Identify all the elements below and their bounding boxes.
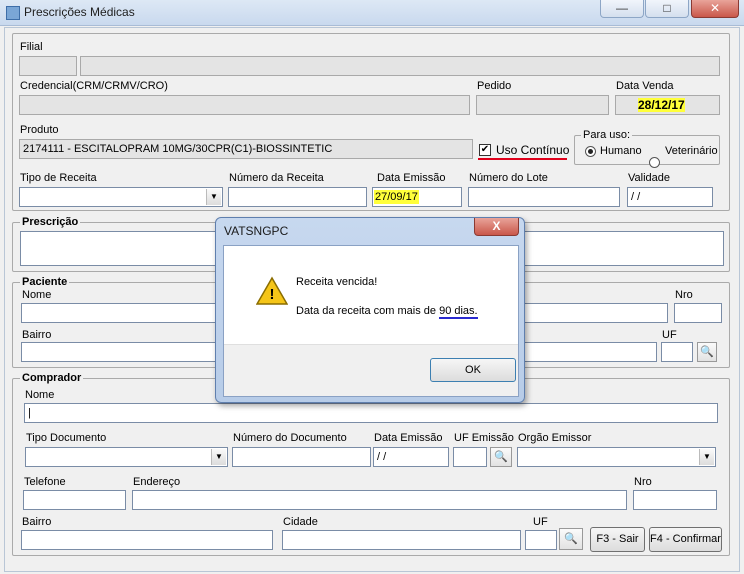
dialog-close-button[interactable]: X bbox=[474, 218, 519, 236]
minimize-button[interactable]: — bbox=[600, 0, 644, 18]
numero-lote-field[interactable] bbox=[468, 187, 620, 207]
chevron-down-icon[interactable]: ▼ bbox=[699, 449, 714, 465]
para-uso-label: Para uso: bbox=[581, 129, 633, 141]
tipo-documento-label: Tipo Documento bbox=[26, 432, 107, 444]
warning-icon-glyph: ! bbox=[269, 286, 275, 303]
uso-continuo-label: Uso Contínuo bbox=[496, 143, 570, 157]
prescricao-title: Prescrição bbox=[20, 216, 81, 228]
pedido-field[interactable] bbox=[476, 95, 609, 115]
warning-dialog: VATSNGPC X ! Receita vencida! Data da re… bbox=[215, 217, 525, 403]
chevron-down-icon[interactable]: ▼ bbox=[206, 189, 221, 205]
orgao-emissor-select[interactable]: ▼ bbox=[517, 447, 716, 467]
comprador-nro-label: Nro bbox=[634, 476, 652, 488]
dialog-body: ! Receita vencida! Data da receita com m… bbox=[223, 245, 519, 397]
telefone-field[interactable] bbox=[23, 490, 126, 510]
comprador-title: Comprador bbox=[20, 372, 84, 384]
endereco-label: Endereço bbox=[133, 476, 181, 488]
paciente-uf-field[interactable] bbox=[661, 342, 693, 362]
data-emissao-field[interactable]: 27/09/17 bbox=[372, 187, 462, 207]
maximize-button[interactable]: □ bbox=[645, 0, 689, 18]
comprador-nome-field[interactable]: | bbox=[24, 403, 718, 423]
filial-name-field[interactable] bbox=[80, 56, 720, 76]
numero-documento-field[interactable] bbox=[232, 447, 371, 467]
dialog-message: Data da receita com mais de 90 dias. bbox=[296, 305, 478, 319]
data-venda-value: 28/12/17 bbox=[638, 98, 685, 112]
window-title: Prescrições Médicas bbox=[24, 5, 135, 19]
paciente-search-binoculars-icon[interactable]: 🔍 bbox=[697, 342, 717, 362]
tipo-documento-select[interactable]: ▼ bbox=[25, 447, 228, 467]
numero-receita-label: Número da Receita bbox=[229, 172, 324, 184]
validade-label: Validade bbox=[628, 172, 670, 184]
radio-humano-label: Humano bbox=[600, 145, 642, 157]
paciente-nome-label: Nome bbox=[22, 289, 52, 301]
produto-label: Produto bbox=[20, 124, 59, 136]
numero-documento-label: Número do Documento bbox=[233, 432, 347, 444]
radio-humano[interactable] bbox=[585, 146, 596, 157]
paciente-nro-field[interactable] bbox=[674, 303, 722, 323]
confirmar-button[interactable]: F4 - Confirmar bbox=[649, 527, 722, 552]
numero-receita-field[interactable] bbox=[228, 187, 367, 207]
validade-field[interactable]: / / bbox=[627, 187, 713, 207]
comprador-bairro-field[interactable] bbox=[21, 530, 273, 550]
orgao-emissor-label: Orgão Emissor bbox=[518, 432, 592, 444]
dialog-footer: OK bbox=[224, 344, 518, 396]
uf-emissao-field[interactable] bbox=[453, 447, 487, 467]
dialog-message-highlight: 90 dias. bbox=[439, 305, 478, 319]
telefone-label: Telefone bbox=[24, 476, 66, 488]
radio-veterinario-label: Veterinário bbox=[665, 145, 718, 157]
credencial-field[interactable] bbox=[19, 95, 470, 115]
dialog-title: VATSNGPC bbox=[224, 224, 289, 238]
tipo-receita-label: Tipo de Receita bbox=[20, 172, 97, 184]
credencial-label: Credencial(CRM/CRMV/CRO) bbox=[20, 80, 168, 92]
uf-emissao-label: UF Emissão bbox=[454, 432, 514, 444]
data-venda-field[interactable]: 28/12/17 bbox=[615, 95, 720, 115]
uso-continuo-checkbox[interactable]: ✔ bbox=[479, 144, 491, 156]
paciente-uf-label: UF bbox=[662, 329, 677, 341]
radio-veterinario[interactable] bbox=[649, 157, 660, 168]
endereco-field[interactable] bbox=[132, 490, 627, 510]
numero-lote-label: Número do Lote bbox=[469, 172, 548, 184]
comprador-uf-label: UF bbox=[533, 516, 548, 528]
tipo-receita-select[interactable]: ▼ bbox=[19, 187, 223, 207]
data-emissao-value: 27/09/17 bbox=[374, 190, 419, 204]
filial-code-field[interactable] bbox=[19, 56, 77, 76]
uf-emissao-binoculars-icon[interactable]: 🔍 bbox=[490, 447, 512, 467]
paciente-nro-label: Nro bbox=[675, 289, 693, 301]
comprador-data-emissao-field[interactable]: / / bbox=[373, 447, 449, 467]
cidade-field[interactable] bbox=[282, 530, 521, 550]
sair-button[interactable]: F3 - Sair bbox=[590, 527, 645, 552]
filial-label: Filial bbox=[20, 41, 43, 53]
comprador-nro-field[interactable] bbox=[633, 490, 717, 510]
produto-field[interactable]: 2174111 - ESCITALOPRAM 10MG/30CPR(C1)-BI… bbox=[19, 139, 473, 159]
cidade-label: Cidade bbox=[283, 516, 318, 528]
comprador-uf-field[interactable] bbox=[525, 530, 557, 550]
data-venda-label: Data Venda bbox=[616, 80, 674, 92]
app-icon bbox=[6, 6, 20, 20]
chevron-down-icon[interactable]: ▼ bbox=[211, 449, 226, 465]
close-button[interactable]: ✕ bbox=[691, 0, 739, 18]
pedido-label: Pedido bbox=[477, 80, 512, 92]
comprador-nome-label: Nome bbox=[25, 389, 55, 401]
dialog-heading: Receita vencida! bbox=[296, 276, 378, 288]
paciente-bairro-label: Bairro bbox=[22, 329, 52, 341]
comprador-bairro-label: Bairro bbox=[22, 516, 52, 528]
comprador-search-binoculars-icon[interactable]: 🔍 bbox=[559, 528, 583, 550]
uso-continuo-annotation-underline bbox=[478, 158, 567, 160]
ok-button[interactable]: OK bbox=[430, 358, 516, 382]
paciente-title: Paciente bbox=[20, 276, 70, 288]
data-emissao-label: Data Emissão bbox=[377, 172, 446, 184]
comprador-data-emissao-label: Data Emissão bbox=[374, 432, 443, 444]
dialog-message-prefix: Data da receita com mais de bbox=[296, 305, 440, 317]
window-titlebar: Prescrições Médicas — □ ✕ bbox=[0, 0, 744, 26]
